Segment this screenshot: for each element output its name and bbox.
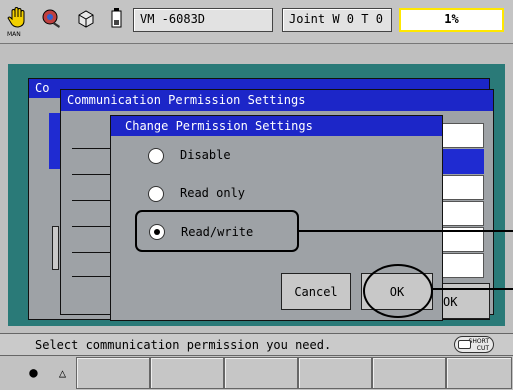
callout-line-ok (433, 288, 513, 290)
radio-disable[interactable] (148, 148, 164, 164)
cancel-button[interactable]: Cancel (281, 273, 351, 310)
back-window-button[interactable] (52, 226, 59, 270)
coordinate-system-display[interactable]: Joint W 0 T 0 (282, 8, 392, 32)
option-disable-label: Disable (180, 148, 231, 162)
record-indicator-icon: ● (29, 365, 38, 381)
function-key-1[interactable] (76, 357, 150, 389)
callout-line (299, 230, 513, 232)
radio-read-only[interactable] (148, 186, 164, 202)
radio-selected-dot (154, 229, 160, 235)
shortcut-label: SHORT CUT (468, 338, 489, 352)
divider (72, 174, 110, 175)
function-key-2[interactable] (150, 357, 224, 389)
ok-highlight-circle (363, 264, 433, 318)
mode-label: MAN (7, 31, 21, 38)
function-key-6[interactable] (446, 357, 512, 389)
hand-icon[interactable] (6, 6, 28, 30)
top-toolbar: MAN VM -6083D Joint W 0 T 0 1% (0, 0, 513, 44)
divider (72, 148, 110, 149)
comm-permission-title: Communication Permission Settings (61, 90, 493, 111)
divider (72, 276, 110, 277)
list-cell-selected[interactable] (441, 149, 484, 174)
status-message: Select communication permission you need… (35, 338, 332, 352)
teach-robot-icon[interactable] (40, 6, 62, 30)
robot-model-display[interactable]: VM -6083D (133, 8, 273, 32)
divider (72, 226, 110, 227)
speed-value: 1% (444, 12, 459, 26)
comm-ok-label: OK (443, 295, 458, 309)
change-permission-title: Change Permission Settings (111, 116, 442, 136)
cancel-label: Cancel (294, 285, 338, 299)
list-cell[interactable] (441, 123, 484, 148)
function-key-4[interactable] (298, 357, 372, 389)
list-cell[interactable] (441, 253, 484, 278)
battery-icon[interactable] (106, 6, 128, 30)
shortcut-button[interactable]: SHORT CUT (454, 336, 494, 353)
function-key-3[interactable] (224, 357, 298, 389)
speed-display[interactable]: 1% (399, 8, 504, 32)
radio-read-write[interactable] (149, 224, 165, 240)
option-read-only-label: Read only (180, 186, 246, 200)
shortcut-icon (458, 340, 471, 349)
option-read-write-label: Read/write (181, 225, 254, 239)
list-cell[interactable] (441, 201, 484, 226)
divider (72, 200, 110, 201)
status-bar: Select communication permission you need… (0, 333, 513, 355)
function-key-5[interactable] (372, 357, 446, 389)
triangle-icon: △ (58, 366, 67, 380)
cube-icon[interactable] (75, 6, 97, 30)
option-read-only[interactable]: Read only (148, 184, 298, 204)
list-cell[interactable] (441, 175, 484, 200)
divider (72, 252, 110, 253)
option-disable[interactable]: Disable (148, 146, 298, 166)
option-read-write[interactable]: Read/write (135, 210, 299, 252)
